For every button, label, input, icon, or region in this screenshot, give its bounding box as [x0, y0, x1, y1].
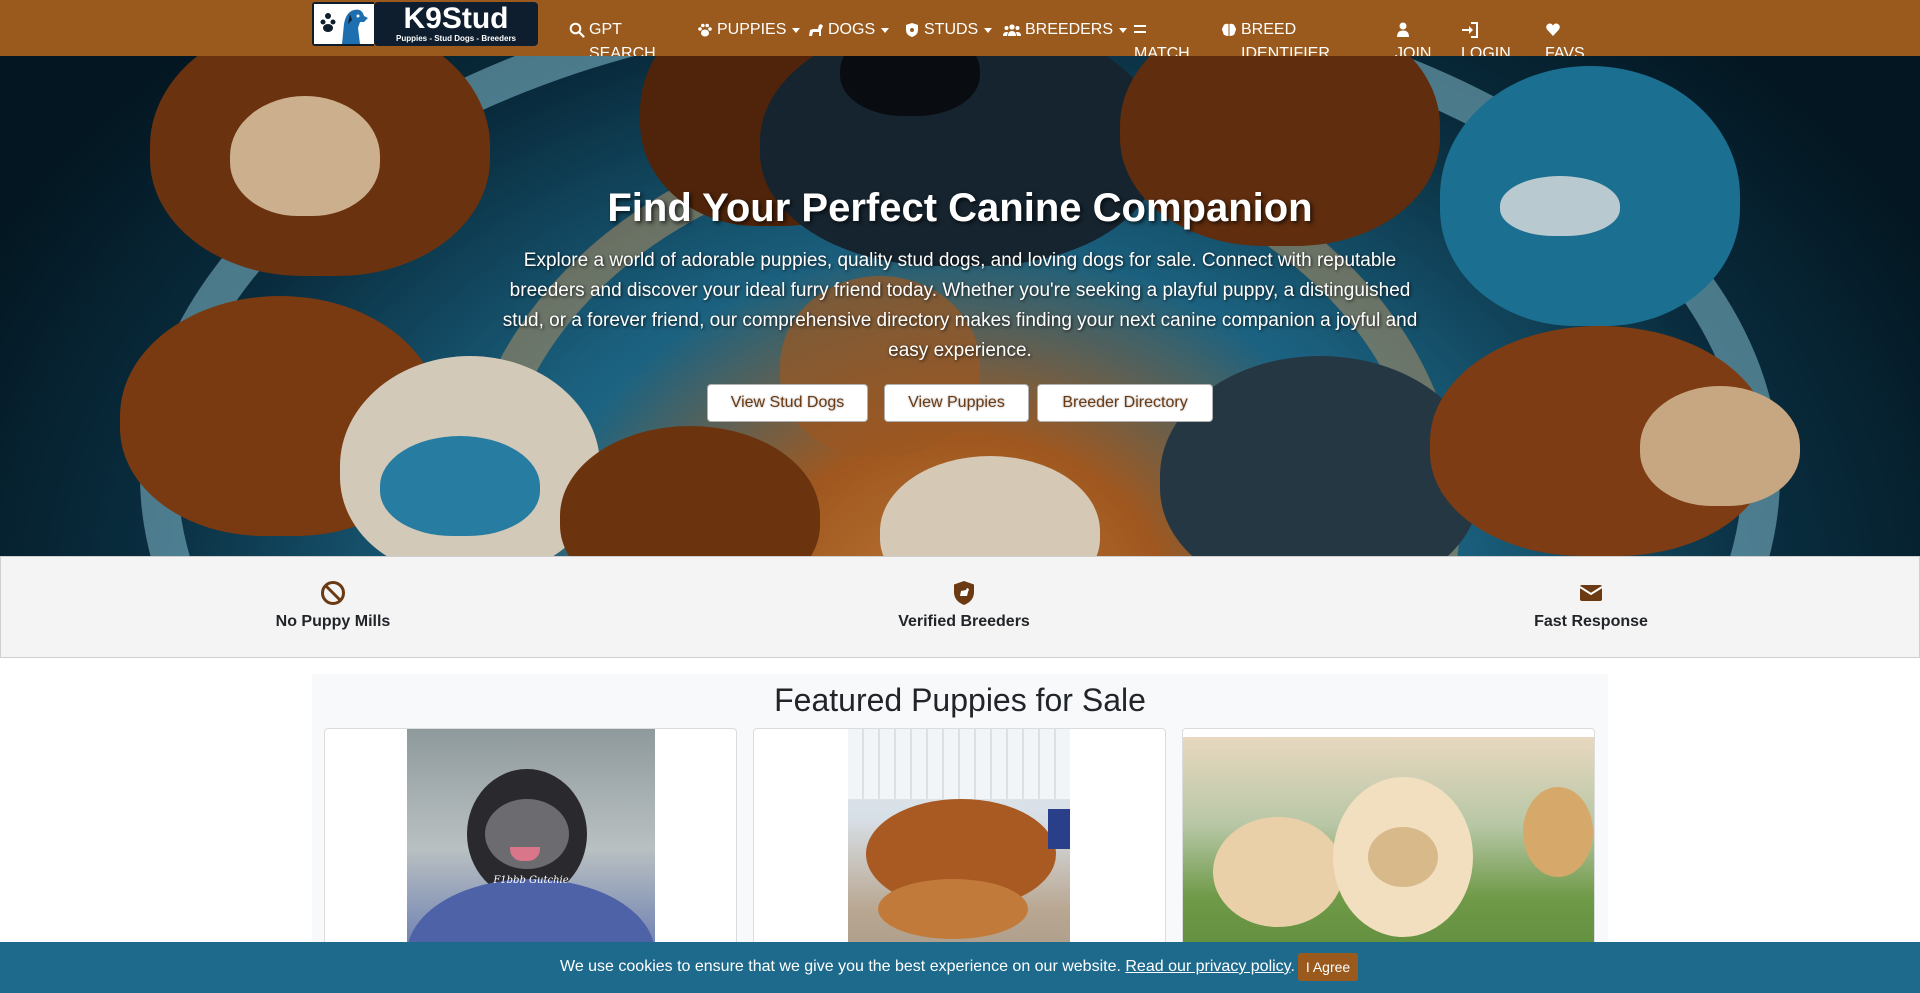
- featured-title: Featured Puppies for Sale: [774, 682, 1146, 718]
- chevron-down-icon: [1119, 28, 1128, 33]
- nav-dogs-dropdown[interactable]: DOGS: [808, 18, 890, 42]
- logo-title: K9Stud: [403, 2, 509, 35]
- cookie-consent-bar: We use cookies to ensure that we give yo…: [0, 942, 1920, 993]
- dog-icon: [808, 22, 824, 38]
- site-logo[interactable]: K9Stud Puppies - Stud Dogs - Breeders: [312, 2, 538, 46]
- cookie-period: .: [1290, 958, 1295, 975]
- chevron-down-icon: [881, 28, 890, 33]
- logo-wordmark: K9Stud Puppies - Stud Dogs - Breeders: [374, 2, 538, 46]
- feature-fast-response: Fast Response: [1491, 579, 1691, 631]
- features-strip: No Puppy Mills Verified Breeders Fast Re…: [0, 556, 1920, 658]
- nav-studs-label: STUDS: [924, 21, 979, 38]
- nav-studs-dropdown[interactable]: STUDS: [904, 18, 993, 42]
- chevron-down-icon: [984, 28, 993, 33]
- feature-verified-breeders: Verified Breeders: [864, 579, 1064, 631]
- feature-label: Fast Response: [1534, 613, 1648, 630]
- hero-description: Explore a world of adorable puppies, qua…: [502, 250, 1418, 361]
- hero-banner: Find Your Perfect Canine Companion Explo…: [0, 56, 1920, 556]
- heart-icon: [1545, 18, 1561, 42]
- brain-icon: [1221, 22, 1237, 38]
- hero-title: Find Your Perfect Canine Companion: [607, 186, 1313, 230]
- user-icon: [1395, 18, 1411, 42]
- top-navbar: K9Stud Puppies - Stud Dogs - Breeders GP…: [0, 0, 1920, 62]
- agree-button[interactable]: I Agree: [1298, 953, 1358, 981]
- envelope-icon: [1577, 579, 1605, 607]
- nav-dogs-label: DOGS: [828, 21, 876, 38]
- nav-breeders-dropdown[interactable]: BREEDERS: [1003, 18, 1128, 42]
- view-puppies-button[interactable]: View Puppies: [884, 384, 1029, 422]
- shield-dog-icon: [950, 579, 978, 607]
- shield-icon: [904, 22, 920, 38]
- logo-tagline: Puppies - Stud Dogs - Breeders: [395, 34, 517, 43]
- nav-breeders-label: BREEDERS: [1025, 21, 1114, 38]
- feature-no-puppy-mills: No Puppy Mills: [233, 579, 433, 631]
- cookie-message: We use cookies to ensure that we give yo…: [560, 957, 1295, 977]
- privacy-policy-link[interactable]: Read our privacy policy: [1125, 958, 1290, 975]
- nav-puppies-dropdown[interactable]: PUPPIES: [697, 18, 801, 42]
- feature-label: Verified Breeders: [898, 613, 1030, 630]
- cookie-text: We use cookies to ensure that we give yo…: [560, 958, 1121, 975]
- users-icon: [1003, 22, 1021, 38]
- ban-icon: [319, 579, 347, 607]
- chevron-down-icon: [792, 28, 801, 33]
- sign-in-icon: [1461, 18, 1479, 42]
- nav-puppies-label: PUPPIES: [717, 21, 787, 38]
- paw-icon: [697, 22, 713, 38]
- logo-dog-icon: [312, 2, 374, 46]
- view-stud-dogs-button[interactable]: View Stud Dogs: [707, 384, 868, 422]
- photo-caption: F1bbb Gutchie: [493, 875, 569, 886]
- feature-label: No Puppy Mills: [275, 613, 391, 630]
- search-icon: [569, 22, 585, 38]
- equals-icon: [1134, 18, 1148, 42]
- breeder-directory-button[interactable]: Breeder Directory: [1037, 384, 1213, 422]
